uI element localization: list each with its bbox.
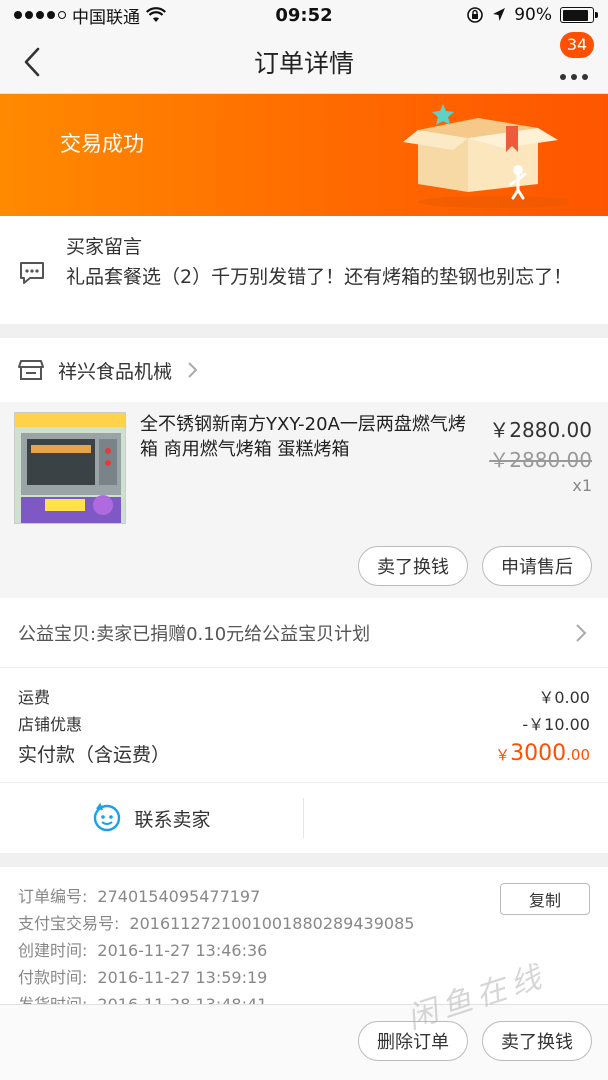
total-integer: 3000 [510, 740, 567, 766]
trade-status-text: 交易成功 [60, 132, 144, 156]
message-title: 买家留言 [66, 236, 143, 258]
contact-row: 联系卖家 [0, 783, 608, 853]
sell-for-cash-bottom-button[interactable]: 卖了换钱 [482, 1021, 592, 1061]
buyer-message: 买家留言 礼品套餐选（2）千万别发错了！还有烤箱的垫钢也别忘了！ [0, 216, 608, 324]
paid-time: 2016-11-27 13:59:19 [97, 968, 268, 987]
status-bar: 中国联通 09:52 90% [0, 0, 608, 30]
shipping-label: 运费 [18, 687, 51, 707]
created-time: 2016-11-27 13:46:36 [97, 941, 268, 960]
message-icon [20, 262, 44, 284]
order-number: 2740154095477197 [97, 887, 261, 906]
oven-image [15, 413, 125, 523]
notification-badge: 34 [560, 32, 594, 58]
status-right: 90% [466, 5, 598, 25]
delete-order-button[interactable]: 删除订单 [358, 1021, 468, 1061]
total-currency: ￥ [495, 745, 511, 764]
location-icon [493, 8, 506, 21]
paid-time-row: 付款时间: 2016-11-27 13:59:19 [18, 964, 590, 991]
discount-value: -￥10.00 [522, 714, 590, 734]
contact-seller-label: 联系卖家 [134, 808, 211, 831]
message-body: 礼品套餐选（2）千万别发错了！还有烤箱的垫钢也别忘了！ [66, 266, 573, 288]
bottom-action-bar: 删除订单 卖了换钱 [0, 1004, 608, 1080]
fee-summary: 运费 ￥0.00 店铺优惠 -￥10.00 实付款（含运费） ￥3000.00 [0, 668, 608, 783]
nav-bar: 订单详情 34 [0, 30, 608, 94]
status-banner: 交易成功 [0, 94, 608, 216]
section-gap [0, 853, 608, 867]
product-title[interactable]: 全不锈钢新南方YXY-20A一层两盘燃气烤箱 商用燃气烤箱 蛋糕烤箱 [140, 412, 480, 462]
signal-icon [14, 11, 66, 19]
alipay-number: 2016112721001001880289439085 [129, 914, 415, 933]
sell-for-cash-button[interactable]: 卖了换钱 [358, 546, 468, 586]
status-left: 中国联通 [14, 3, 166, 28]
created-time-label: 创建时间: [18, 941, 88, 960]
alipay-number-label: 支付宝交易号: [18, 914, 120, 933]
wifi-icon [146, 7, 166, 22]
product-original-price: ￥2880.00 [489, 448, 592, 472]
shop-row[interactable]: 祥兴食品机械 [0, 338, 608, 402]
chevron-right-icon [188, 362, 198, 378]
page-title: 订单详情 [253, 48, 354, 78]
contact-seller-button[interactable]: 联系卖家 [0, 798, 304, 838]
more-icon [560, 74, 566, 80]
back-button[interactable] [16, 44, 52, 80]
gift-box-illustration [403, 104, 568, 208]
carrier-label: 中国联通 [72, 7, 140, 28]
charity-text: 公益宝贝:卖家已捐赠0.10元给公益宝贝计划 [18, 623, 371, 645]
total-decimal: .00 [566, 745, 590, 764]
product-image[interactable] [14, 412, 126, 524]
created-time-row: 创建时间: 2016-11-27 13:46:36 [18, 937, 590, 964]
shipping-value: ￥0.00 [538, 687, 590, 707]
product-price: ￥2880.00 [489, 418, 592, 442]
total-row: 实付款（含运费） ￥3000.00 [18, 736, 590, 770]
total-label: 实付款（含运费） [18, 743, 171, 766]
chat-face-icon [94, 803, 121, 832]
section-gap [0, 324, 608, 338]
shipping-row: 运费 ￥0.00 [18, 682, 590, 709]
battery-icon [560, 7, 598, 23]
discount-label: 店铺优惠 [18, 714, 83, 734]
store-icon [18, 360, 44, 380]
discount-row: 店铺优惠 -￥10.00 [18, 709, 590, 736]
total-value: ￥3000.00 [495, 741, 590, 766]
order-number-label: 订单编号: [18, 887, 88, 906]
order-info: 订单编号: 2740154095477197 支付宝交易号: 20161127210… [0, 867, 608, 1027]
request-aftersale-button[interactable]: 申请售后 [482, 546, 592, 586]
battery-label: 90% [514, 5, 552, 25]
chevron-right-icon [576, 624, 587, 642]
product-item[interactable]: 全不锈钢新南方YXY-20A一层两盘燃气烤箱 商用燃气烤箱 蛋糕烤箱 ￥2880… [0, 402, 608, 598]
shop-name: 祥兴食品机械 [58, 360, 173, 383]
product-quantity: x1 [572, 476, 592, 495]
rotation-lock-icon [467, 7, 484, 23]
copy-button[interactable]: 复制 [500, 883, 590, 915]
charity-row[interactable]: 公益宝贝:卖家已捐赠0.10元给公益宝贝计划 [0, 598, 608, 668]
paid-time-label: 付款时间: [18, 968, 88, 987]
